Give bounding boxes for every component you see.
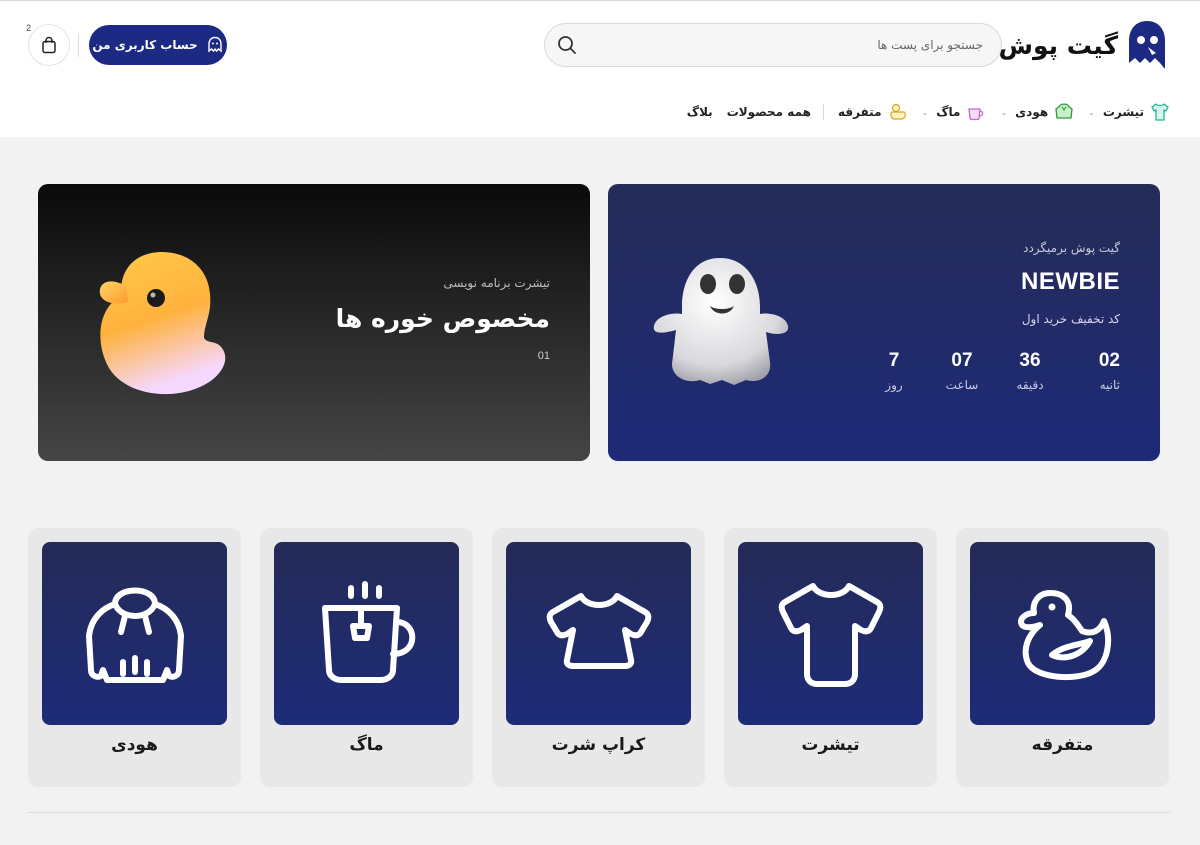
category-card-crop-shirt[interactable]: کراپ شرت bbox=[492, 528, 705, 787]
hoodie-icon bbox=[1055, 103, 1073, 119]
countdown-unit: ثانیه bbox=[1099, 378, 1120, 392]
search-input[interactable] bbox=[589, 24, 1001, 66]
duck-icon bbox=[1017, 589, 1111, 680]
mug-icon bbox=[321, 580, 415, 683]
category-card-tshirt[interactable]: تیشرت bbox=[724, 528, 937, 787]
chevron-down-icon: ⌄ bbox=[1088, 107, 1095, 117]
search-icon bbox=[558, 36, 576, 54]
category-label: تیشرت bbox=[801, 735, 860, 755]
nav-divider bbox=[822, 104, 824, 120]
ghost-illustration bbox=[653, 258, 789, 385]
nav-item-all-products[interactable]: همه محصولات bbox=[713, 105, 811, 119]
category-tile bbox=[738, 542, 923, 725]
category-label: کراپ شرت bbox=[551, 735, 646, 755]
tshirt-icon bbox=[778, 582, 883, 687]
duck-icon bbox=[889, 103, 906, 120]
category-card-misc[interactable]: متفرقه bbox=[956, 528, 1169, 787]
site-header: گیت پوش حساب کاربری من 2 تیشرت bbox=[0, 0, 1200, 137]
search-button[interactable] bbox=[545, 23, 589, 67]
brand-name: گیت پوش bbox=[998, 30, 1119, 60]
countdown-value: 36 bbox=[1019, 350, 1041, 371]
nav-item-tshirt[interactable]: تیشرت ⌄ bbox=[1074, 102, 1170, 122]
dark-banner-title: مخصوص خوره ها bbox=[335, 304, 550, 333]
header-divider bbox=[78, 33, 79, 57]
category-tile bbox=[42, 542, 227, 725]
account-button[interactable]: حساب کاربری من bbox=[89, 25, 227, 65]
nav-label: ماگ bbox=[936, 105, 961, 119]
countdown-seconds: 02 ثانیه bbox=[1064, 350, 1120, 392]
countdown-unit: روز bbox=[885, 378, 903, 392]
countdown-value: 07 bbox=[951, 350, 973, 371]
category-label: متفرقه bbox=[1031, 735, 1094, 755]
countdown-timer: 02 ثانیه 36 دقیقه 07 ساعت 7 روز bbox=[860, 350, 1120, 392]
nav-label: همه محصولات bbox=[726, 105, 811, 119]
nav-item-misc[interactable]: متفرقه bbox=[824, 102, 908, 122]
countdown-value: 02 bbox=[1098, 350, 1120, 371]
countdown-value: 7 bbox=[888, 350, 900, 371]
chevron-down-icon: ⌄ bbox=[921, 107, 929, 117]
category-tile bbox=[970, 542, 1155, 725]
countdown-days: 7 روز bbox=[860, 350, 928, 392]
nav-item-hoodie[interactable]: هودی ⌄ bbox=[986, 102, 1074, 122]
category-label: هودی bbox=[111, 735, 158, 755]
nav-label: متفرقه bbox=[837, 105, 882, 119]
category-label: ماگ bbox=[349, 735, 384, 755]
countdown-unit: دقیقه bbox=[1016, 378, 1044, 392]
category-tile bbox=[274, 542, 459, 725]
account-label: حساب کاربری من bbox=[92, 38, 198, 52]
search-bar bbox=[544, 23, 1002, 67]
ghost-icon bbox=[207, 36, 222, 53]
ghost-logo-icon bbox=[1129, 21, 1165, 69]
cart-count-badge: 2 bbox=[26, 23, 32, 33]
dark-banner-subtitle: تیشرت برنامه نویسی bbox=[443, 276, 550, 290]
dark-banner[interactable]: تیشرت برنامه نویسی مخصوص خوره ها 01 bbox=[38, 184, 590, 461]
promo-subtitle: گیت پوش برمیگردد bbox=[1023, 241, 1120, 255]
nav-item-blog[interactable]: بلاگ bbox=[673, 105, 713, 119]
slide-index: 01 bbox=[537, 350, 550, 362]
promo-description: کد تخفیف خرید اول bbox=[1021, 312, 1120, 326]
nav-label: بلاگ bbox=[686, 105, 713, 119]
category-card-mug[interactable]: ماگ bbox=[260, 528, 473, 787]
nav-item-mug[interactable]: ماگ ⌄ bbox=[908, 102, 987, 122]
promo-code: NEWBIE bbox=[1021, 268, 1120, 295]
countdown-minutes: 36 دقیقه bbox=[996, 350, 1064, 392]
category-card-hoodie[interactable]: هودی bbox=[28, 528, 241, 787]
section-divider bbox=[28, 812, 1170, 813]
crop-shirt-icon bbox=[546, 592, 651, 669]
rubber-duck-illustration bbox=[99, 252, 226, 395]
countdown-unit: ساعت bbox=[945, 378, 979, 392]
promo-banner[interactable]: گیت پوش برمیگردد NEWBIE کد تخفیف خرید او… bbox=[608, 184, 1160, 461]
category-tile bbox=[506, 542, 691, 725]
countdown-hours: 07 ساعت bbox=[928, 350, 996, 392]
tshirt-icon bbox=[1151, 103, 1169, 121]
mug-icon bbox=[968, 108, 984, 121]
nav-label: تیشرت bbox=[1102, 105, 1144, 119]
shopping-bag-icon bbox=[42, 36, 56, 54]
main-nav: تیشرت ⌄ هودی ⌄ ماگ ⌄ متفرقه همه محصولات … bbox=[673, 99, 1170, 125]
brand-logo[interactable]: گیت پوش bbox=[999, 17, 1168, 73]
chevron-down-icon: ⌄ bbox=[1000, 107, 1008, 117]
hoodie-icon bbox=[85, 587, 184, 683]
cart-button[interactable] bbox=[28, 24, 70, 66]
nav-label: هودی bbox=[1015, 105, 1049, 119]
